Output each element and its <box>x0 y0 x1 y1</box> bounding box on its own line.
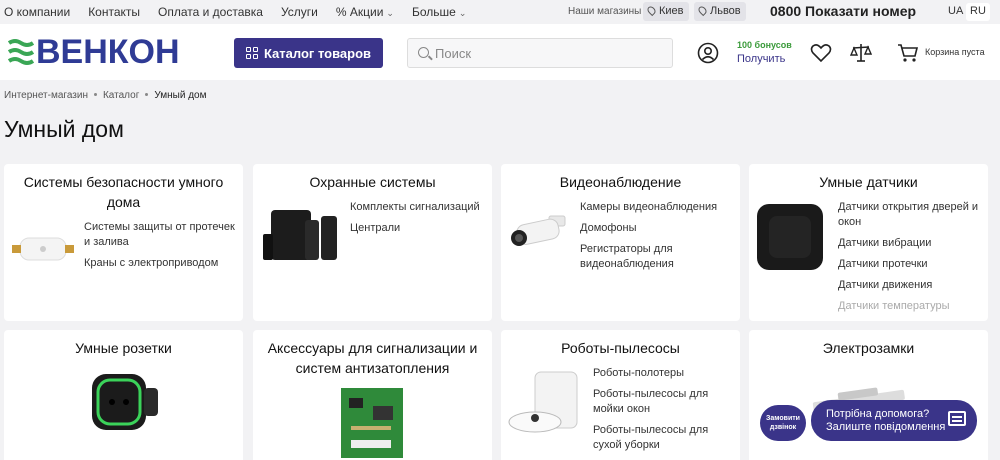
category-link[interactable]: Камеры видеонаблюдения <box>580 200 735 215</box>
category-link[interactable]: Датчики вибрации <box>838 236 984 251</box>
category-link[interactable]: Роботы-пылесосы для сухой уборки <box>593 423 738 453</box>
nav-link-payment-delivery[interactable]: Оплата и доставка <box>158 5 263 19</box>
category-link[interactable]: Системы защиты от протечек и залива <box>84 220 239 250</box>
category-title[interactable]: Умные розетки <box>4 338 243 358</box>
bonus-get-link[interactable]: Получить <box>737 53 785 65</box>
category-link[interactable]: Роботы-полотеры <box>593 366 738 381</box>
category-card-smart-sensors[interactable]: Умные датчики Датчики открытия дверей и … <box>749 164 988 321</box>
location-pin-icon <box>645 4 658 17</box>
category-title[interactable]: Электрозамки <box>749 338 988 358</box>
heart-icon[interactable] <box>810 43 832 63</box>
category-links: Камеры видеонаблюдения Домофоны Регистра… <box>580 200 735 278</box>
callback-button[interactable]: Замовити дзвінок <box>760 405 806 441</box>
store-city-lviv[interactable]: Львов <box>694 2 746 21</box>
chat-icon <box>948 411 966 426</box>
category-title[interactable]: Роботы-пылесосы <box>501 338 740 358</box>
stores-label: Наши магазины <box>568 6 642 17</box>
category-card-smart-sockets[interactable]: Умные розетки <box>4 330 243 460</box>
breadcrumb: Интернет-магазин Каталог Умный дом <box>4 90 206 101</box>
category-link[interactable]: Датчики протечки <box>838 257 984 272</box>
camera-image <box>511 215 566 246</box>
cart-icon[interactable] <box>897 42 919 64</box>
breadcrumb-separator <box>145 93 149 96</box>
category-links: Роботы-полотеры Роботы-пылесосы для мойк… <box>593 366 738 459</box>
category-link[interactable]: Датчики движения <box>838 278 984 293</box>
category-links: Комплекты сигнализаций Централи <box>350 200 490 242</box>
search-box <box>407 38 673 68</box>
category-link[interactable]: Домофоны <box>580 221 735 236</box>
breadcrumb-separator <box>93 93 97 96</box>
chevron-down-icon: ⌄ <box>458 8 467 18</box>
breadcrumb-item-catalog[interactable]: Каталог <box>103 90 139 101</box>
nav-link-contacts[interactable]: Контакты <box>88 5 140 19</box>
search-input[interactable] <box>435 39 665 67</box>
store-city-kyiv[interactable]: Киев <box>643 2 689 21</box>
category-title[interactable]: Аксессуары для сигнализации и систем ант… <box>253 338 492 378</box>
catalog-button-label: Каталог товаров <box>263 45 372 61</box>
user-account-icon[interactable] <box>697 42 719 64</box>
top-nav: О компании Контакты Оплата и доставка Ус… <box>4 5 484 19</box>
robot-vacuum-image <box>508 371 578 433</box>
category-title[interactable]: Охранные системы <box>253 172 492 192</box>
category-link[interactable]: Регистраторы для видеонаблюдения <box>580 242 735 272</box>
nav-link-promotions-label: % Акции <box>335 5 384 19</box>
category-title[interactable]: Умные датчики <box>749 172 988 192</box>
category-title[interactable]: Системы безопасности умного дома <box>4 172 243 212</box>
alarm-kit-image <box>263 210 337 260</box>
category-links: Системы защиты от протечек и залива Кран… <box>84 220 239 277</box>
search-icon[interactable] <box>418 47 429 58</box>
compare-scales-icon[interactable] <box>850 42 872 64</box>
cart-status[interactable]: Корзина пуста <box>925 47 985 57</box>
help-chat-button[interactable]: Потрібна допомога? Залиште повідомлення <box>811 400 977 441</box>
category-title[interactable]: Видеонаблюдение <box>501 172 740 192</box>
logo[interactable]: ВЕНКОН <box>8 33 180 71</box>
logo-waves-icon <box>8 39 34 65</box>
smart-socket-image <box>92 374 158 430</box>
header: ВЕНКОН Каталог товаров 100 бонусов Получ… <box>0 24 1000 80</box>
nav-link-more[interactable]: Больше ⌄ <box>412 5 466 19</box>
category-link[interactable]: Комплекты сигнализаций <box>350 200 490 215</box>
phone-number[interactable]: 0800 Показати номер <box>770 3 916 19</box>
category-card-security[interactable]: Системы безопасности умного дома Системы… <box>4 164 243 321</box>
category-card-robot-vacuums[interactable]: Роботы-пылесосы Роботы-полотеры Роботы-п… <box>501 330 740 460</box>
category-card-alarm-systems[interactable]: Охранные системы Комплекты сигнализаций … <box>253 164 492 321</box>
breadcrumb-item-current: Умный дом <box>154 90 207 101</box>
nav-link-promotions[interactable]: % Акции ⌄ <box>336 5 394 19</box>
bonus-count: 100 бонусов <box>737 40 792 50</box>
leak-valve-image <box>12 237 74 261</box>
category-card-alarm-accessories[interactable]: Аксессуары для сигнализации и систем ант… <box>253 330 492 460</box>
category-link[interactable]: Роботы-пылесосы для мойки окон <box>593 387 738 417</box>
page-title: Умный дом <box>4 116 124 142</box>
category-links: Датчики открытия дверей и окон Датчики в… <box>838 200 984 320</box>
breadcrumb-item-shop[interactable]: Интернет-магазин <box>4 90 88 101</box>
location-pin-icon <box>696 4 709 17</box>
circuit-board-image <box>341 388 403 458</box>
category-card-video-surveillance[interactable]: Видеонаблюдение Камеры видеонаблюдения Д… <box>501 164 740 321</box>
chevron-down-icon: ⌄ <box>386 8 394 18</box>
store-city-label: Киев <box>659 5 684 17</box>
language-ua[interactable]: UA <box>944 3 967 21</box>
category-link[interactable]: Централи <box>350 221 490 236</box>
store-city-label: Львов <box>710 5 741 17</box>
grid-icon <box>245 47 258 59</box>
language-ru[interactable]: RU <box>966 3 990 21</box>
top-bar: О компании Контакты Оплата и доставка Ус… <box>0 0 1000 24</box>
category-link[interactable]: Датчики температуры <box>838 299 984 314</box>
smoke-sensor-image <box>757 204 823 270</box>
nav-link-about[interactable]: О компании <box>4 5 70 19</box>
nav-link-services[interactable]: Услуги <box>281 5 318 19</box>
catalog-button[interactable]: Каталог товаров <box>234 38 383 68</box>
nav-link-more-label: Больше <box>411 5 456 19</box>
logo-text: ВЕНКОН <box>36 33 180 71</box>
category-link[interactable]: Датчики открытия дверей и окон <box>838 200 984 230</box>
category-link[interactable]: Краны с электроприводом <box>84 256 239 271</box>
